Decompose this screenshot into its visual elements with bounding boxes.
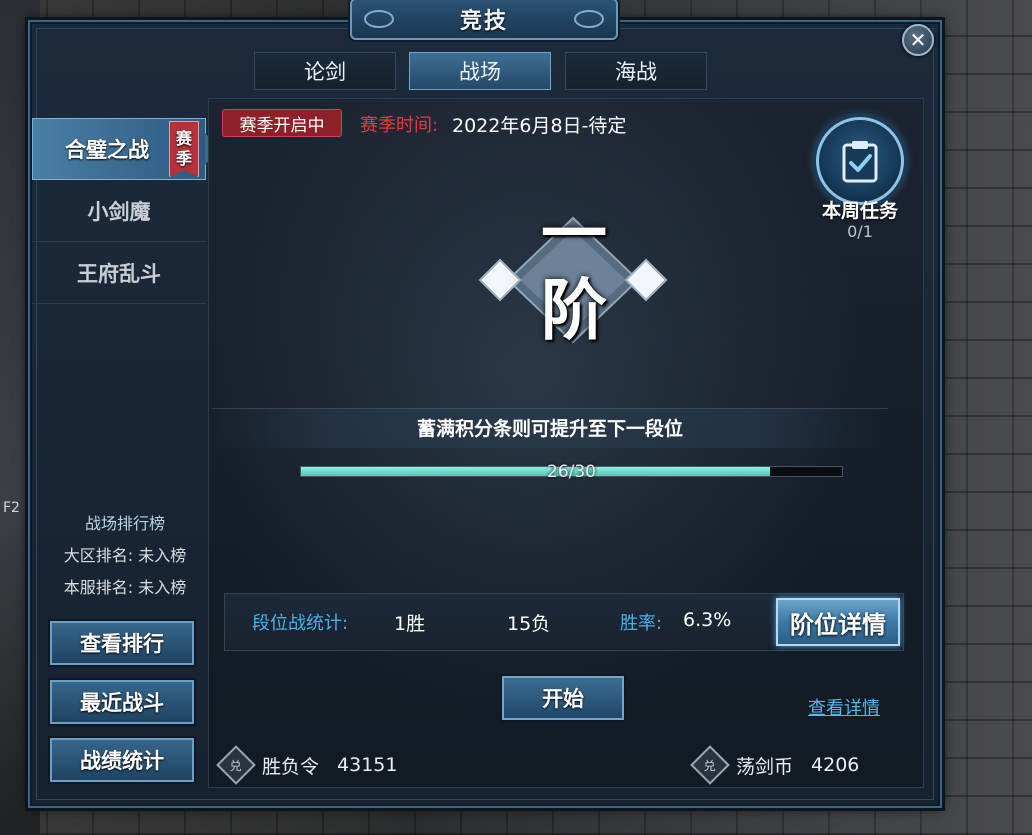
battle-stats-button[interactable]: 战绩统计 [50, 738, 194, 782]
season-status-badge: 赛季开启中 [222, 109, 342, 137]
weekly-task-icon[interactable] [816, 117, 904, 205]
losses-count: 15负 [507, 613, 551, 635]
sidebar-item-wangfu[interactable]: 王府乱斗 [32, 242, 206, 304]
season-time-value: 2022年6月8日-待定 [452, 115, 627, 137]
rank-progress-text: 26/30 [547, 462, 596, 482]
server-rank: 本服排名: 未入榜 [63, 578, 187, 597]
currency-victory-token: 兑 胜负令 43151 [216, 745, 398, 785]
winrate-value: 6.3% [683, 609, 732, 631]
rank-glyph-bottom: 阶 [541, 271, 607, 349]
currency-name: 荡剑币 [736, 755, 794, 778]
season-ribbon-char: 季 [175, 149, 192, 168]
sidebar-item-label: 合璧之战 [65, 137, 149, 162]
leaderboard-title: 战场排行榜 [84, 514, 165, 533]
currency-value: 43151 [337, 754, 398, 776]
sidebar-item-label: 小剑魔 [87, 198, 151, 224]
recent-battles-button[interactable]: 最近战斗 [50, 680, 194, 724]
tab-battlefield[interactable]: 战场 [409, 52, 551, 90]
wins-count: 1胜 [394, 613, 426, 635]
winrate-label: 胜率: [620, 613, 663, 634]
sidebar-item-label: 王府乱斗 [77, 260, 161, 286]
tab-lunjian[interactable]: 论剑 [254, 52, 396, 90]
view-rank-button[interactable]: 查看排行 [50, 621, 194, 665]
close-icon[interactable]: ✕ [902, 24, 934, 56]
currency-value: 4206 [811, 754, 860, 776]
ornament-left [364, 10, 394, 28]
mode-sidebar: 合璧之战 赛 季 小剑魔 王府乱斗 [32, 118, 219, 304]
clipboard-check-icon [842, 141, 878, 183]
region-rank: 大区排名: 未入榜 [63, 546, 187, 565]
hotkey-label: F2 [3, 500, 20, 516]
ornament-right [574, 10, 604, 28]
rank-stats-label: 段位战统计: [252, 613, 349, 634]
window-title: 竞技 [459, 8, 508, 34]
rank-detail-button[interactable]: 阶位详情 [776, 598, 900, 646]
weekly-task-label: 本周任务 [821, 200, 898, 222]
sidebar-item-xiaojianmo[interactable]: 小剑魔 [32, 180, 206, 242]
rank-glyph: 一 阶 [522, 196, 626, 348]
rank-glyph-top: 一 [541, 195, 607, 273]
exchange-icon[interactable]: 兑 [690, 745, 730, 785]
currency-name: 胜负令 [262, 755, 320, 778]
season-ribbon-char: 赛 [175, 129, 192, 148]
window-title-plaque: 竞技 [350, 0, 618, 40]
tab-naval-battle[interactable]: 海战 [565, 52, 707, 90]
leaderboard-summary: 战场排行榜 大区排名: 未入榜 本服排名: 未入榜 [40, 508, 210, 604]
season-time-label: 赛季时间: [360, 115, 439, 136]
exchange-icon[interactable]: 兑 [216, 745, 256, 785]
progress-hint: 蓄满积分条则可提升至下一段位 [416, 418, 683, 440]
currency-sword-coin: 兑 荡剑币 4206 [690, 745, 860, 785]
weekly-task-progress: 0/1 [847, 222, 873, 241]
start-button[interactable]: 开始 [502, 676, 624, 720]
sidebar-item-hebi[interactable]: 合璧之战 赛 季 [32, 118, 219, 180]
season-ribbon: 赛 季 [169, 121, 199, 177]
view-details-link[interactable]: 查看详情 [808, 694, 880, 720]
